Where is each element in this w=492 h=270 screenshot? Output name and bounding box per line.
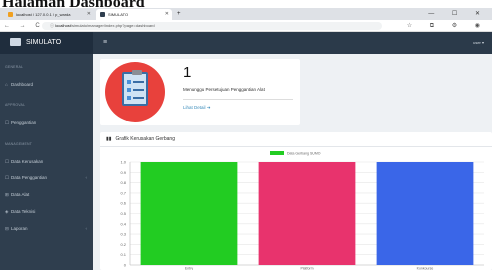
chevron-left-icon: ‹ [85,175,88,180]
new-tab-button[interactable]: + [174,9,186,20]
view-detail-link[interactable]: Lihat Detail ➜ [183,105,211,111]
tab-label: localhost / 127.0.0.1 / p_warda [16,12,71,17]
browser-tab-phpmyadmin[interactable]: localhost / 127.0.0.1 / p_warda ✕ [4,9,94,20]
sidebar: GENERAL ⌂ Dashboard APPROVAL ☐ Penggantian… [0,54,93,270]
y-tick-label: 0.5 [120,211,126,216]
y-tick-label: 0.6 [120,201,126,206]
brand-name: SIMULATO [26,39,62,46]
approval-stat-card: 1 Menunggu Persetujuan Penggantian Alat … [100,59,300,125]
url-path: /simulato/manager/index.php?page=dashboa… [70,23,155,28]
legend-label: Data Gerbang SUMO [287,152,321,156]
sidebar-item-label: Data Penggantian [11,175,48,180]
y-tick-label: 0.4 [120,221,126,226]
address-bar: ← → C ⓘ localhost/simulato/manager/index… [0,20,492,32]
y-tick-label: 0.3 [120,232,126,237]
clipboard-icon [122,70,148,106]
y-tick-label: 0.2 [120,242,126,247]
favicon-icon [8,12,13,17]
browser-tab-simulato[interactable]: SIMULATO ✕ [96,9,172,20]
sidebar-item-data-kerusakan[interactable]: ☐ Data Kerusakan [5,158,91,166]
x-tick-label: Konkourse [417,267,434,270]
y-tick-label: 0.7 [120,190,126,195]
y-tick-label: 0 [124,263,127,268]
stat-value: 1 [183,64,192,81]
divider [183,99,293,100]
sidebar-item-label: Data Alat [11,192,30,197]
y-tick-label: 0.9 [120,170,126,175]
hamburger-menu-icon[interactable]: ≡ [103,32,107,54]
x-tick-label: Platform [300,267,313,270]
chart-card-header: ▮▮ Grafik Kerusakan Gerbang [100,132,492,147]
sidebar-item-penggantian[interactable]: ☐ Penggantian [5,119,91,127]
bar-chart-icon: ▮▮ [106,136,112,142]
sidebar-item-data-alat[interactable]: ⊞ Data Alat [5,191,91,199]
x-tick-label: Entry [185,267,193,270]
sidebar-item-label: Dashboard [11,82,34,87]
bar-platform [258,162,356,265]
sidebar-item-label: Data Kerusakan [11,159,44,164]
app-root: SIMULATO ≡ user ▾ GENERAL ⌂ Dashboard APP… [0,32,492,270]
sidebar-item-data-penggantian[interactable]: ☐ Data Penggantian ‹ [5,174,91,182]
sidebar-item-laporan[interactable]: ⊟ Laporan ‹ [5,225,91,233]
chart-card-title: Grafik Kerusakan Gerbang [115,136,175,142]
main-content: 1 Menunggu Persetujuan Penggantian Alat … [93,54,492,270]
extension-icons[interactable]: ☆ ⧉ ⚙ ◉ [407,20,488,32]
sidebar-section-general: GENERAL [5,65,24,69]
favicon-icon [100,12,105,17]
y-tick-label: 1.0 [120,160,126,165]
sidebar-item-label: Laporan [11,226,28,231]
url-host: localhost [55,23,71,28]
navigation-icons[interactable]: ← → C [4,20,44,32]
stat-icon-circle [105,62,165,122]
y-tick-label: 0.8 [120,180,126,185]
bar-chart: 0 0.1 0.2 0.3 0.4 0.5 0.6 0.7 0.8 0.9 1.0 Data Gerb… [120,151,484,270]
bar-entry [140,162,238,265]
url-field[interactable]: ⓘ localhost/simulato/manager/index.php?p… [42,22,382,30]
chevron-left-icon: ‹ [85,226,88,231]
user-menu[interactable]: user ▾ [473,32,484,54]
tab-label: SIMULATO [108,12,129,17]
stat-label: Menunggu Persetujuan Penggantian Alat [183,87,265,92]
browser-tab-bar: localhost / 127.0.0.1 / p_warda ✕ SIMULA… [0,8,492,20]
laptop-logo-icon [10,38,21,47]
bar-konkourse [376,162,474,265]
chart-card: ▮▮ Grafik Kerusakan Gerbang 0 0.1 0.2 0.3 0.4… [100,132,492,270]
close-tab-icon[interactable]: ✕ [87,9,91,20]
sidebar-section-approval: APPROVAL [5,103,26,107]
top-navbar: ≡ user ▾ [93,32,492,54]
sidebar-item-dashboard[interactable]: ⌂ Dashboard [5,81,91,89]
brand[interactable]: SIMULATO [0,32,93,54]
sidebar-item-label: Penggantian [11,120,37,125]
sidebar-item-label: Data Teknisi [11,209,36,214]
y-tick-label: 0.1 [120,252,126,257]
legend-swatch [270,151,284,155]
sidebar-item-data-teknisi[interactable]: ◈ Data Teknisi [5,208,91,216]
sidebar-section-management: MANAGEMENT [5,142,33,146]
window-controls[interactable]: — ☐ ✕ [428,8,488,20]
close-tab-icon[interactable]: ✕ [165,9,169,20]
